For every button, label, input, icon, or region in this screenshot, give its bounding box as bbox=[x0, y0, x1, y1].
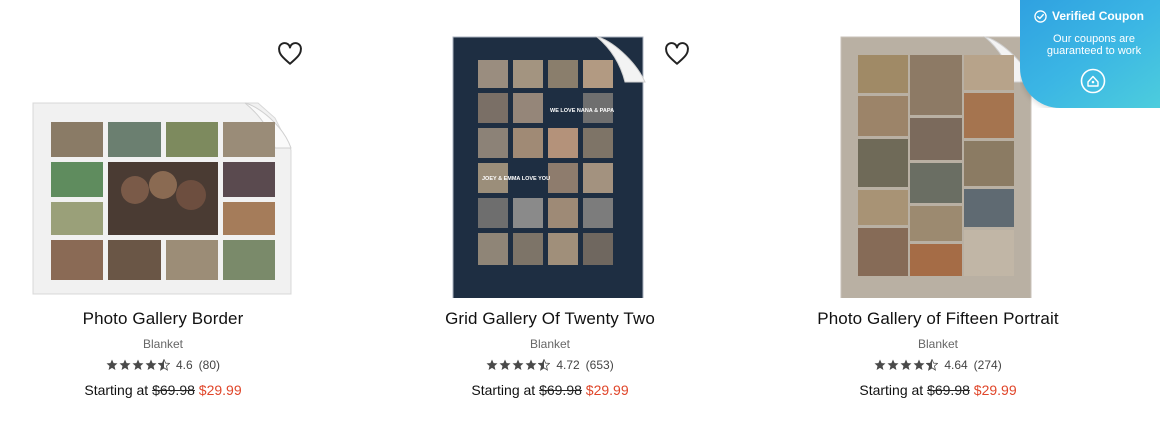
star-rating bbox=[486, 359, 551, 371]
product-price: Starting at $69.98 $29.99 bbox=[788, 381, 1088, 399]
review-count[interactable]: (274) bbox=[974, 358, 1002, 372]
review-count[interactable]: (653) bbox=[586, 358, 614, 372]
product-grid: Photo Gallery Border Blanket 4.6 (80) St… bbox=[0, 0, 1160, 423]
star-full-icon bbox=[119, 359, 131, 370]
product-card[interactable]: WE LOVE NANA & PAPA JOEY & EMMA LOVE YOU… bbox=[400, 30, 700, 410]
rating-value: 4.64 bbox=[944, 358, 968, 372]
product-type: Blanket bbox=[917, 337, 959, 351]
product-card[interactable]: Photo Gallery Border Blanket 4.6 (80) St… bbox=[13, 30, 313, 410]
product-title[interactable]: Grid Gallery Of Twenty Two bbox=[400, 308, 700, 330]
star-full-icon bbox=[106, 359, 118, 370]
star-rating bbox=[874, 359, 939, 371]
image-caption: JOEY & EMMA LOVE YOU bbox=[482, 176, 550, 182]
product-rating: 4.6 (80) bbox=[13, 358, 313, 372]
star-full-icon bbox=[512, 359, 524, 370]
star-full-icon bbox=[887, 359, 899, 370]
image-caption: WE LOVE NANA & PAPA bbox=[550, 108, 614, 114]
star-full-icon bbox=[913, 359, 925, 370]
sale-price: $29.99 bbox=[198, 382, 242, 398]
star-full-icon bbox=[145, 359, 157, 370]
original-price: $69.98 bbox=[152, 382, 195, 398]
price-prefix: Starting at bbox=[84, 382, 149, 398]
rating-value: 4.72 bbox=[556, 358, 580, 372]
product-type: Blanket bbox=[529, 337, 571, 351]
star-full-icon bbox=[486, 359, 498, 370]
price-prefix: Starting at bbox=[471, 382, 536, 398]
product-image[interactable] bbox=[13, 30, 313, 298]
star-half-icon bbox=[538, 359, 551, 371]
product-rating: 4.72 (653) bbox=[400, 358, 700, 372]
coupon-logo-icon[interactable] bbox=[1080, 68, 1106, 94]
star-full-icon bbox=[132, 359, 144, 370]
heart-outline-icon[interactable] bbox=[277, 42, 303, 66]
product-price: Starting at $69.98 $29.99 bbox=[400, 381, 700, 399]
original-price: $69.98 bbox=[927, 382, 970, 398]
favorite-button[interactable] bbox=[664, 42, 690, 66]
review-count[interactable]: (80) bbox=[199, 358, 220, 372]
sale-price: $29.99 bbox=[585, 382, 629, 398]
star-rating bbox=[106, 359, 170, 371]
original-price: $69.98 bbox=[539, 382, 582, 398]
star-full-icon bbox=[499, 359, 511, 370]
favorite-button[interactable] bbox=[277, 42, 303, 66]
star-half-icon bbox=[926, 359, 939, 371]
heart-outline-icon[interactable] bbox=[664, 42, 690, 66]
star-half-icon bbox=[157, 359, 170, 371]
verified-coupon-widget[interactable]: Verified Coupon Our coupons are guarante… bbox=[1020, 0, 1160, 108]
rating-value: 4.6 bbox=[175, 358, 193, 372]
star-full-icon bbox=[874, 359, 886, 370]
coupon-message: Our coupons are guaranteed to work bbox=[1046, 33, 1142, 57]
coupon-header: Verified Coupon bbox=[1034, 9, 1144, 23]
product-image[interactable]: WE LOVE NANA & PAPA JOEY & EMMA LOVE YOU bbox=[400, 30, 700, 300]
product-price: Starting at $69.98 $29.99 bbox=[13, 381, 313, 399]
star-full-icon bbox=[525, 359, 537, 370]
coupon-title: Verified Coupon bbox=[1052, 9, 1145, 23]
product-rating: 4.64 (274) bbox=[788, 358, 1088, 372]
sale-price: $29.99 bbox=[973, 382, 1017, 398]
product-type: Blanket bbox=[142, 337, 184, 351]
check-circle-icon bbox=[1034, 9, 1047, 23]
product-title[interactable]: Photo Gallery of Fifteen Portrait bbox=[788, 308, 1088, 330]
price-prefix: Starting at bbox=[859, 382, 924, 398]
product-title[interactable]: Photo Gallery Border bbox=[13, 308, 313, 330]
star-full-icon bbox=[900, 359, 912, 370]
